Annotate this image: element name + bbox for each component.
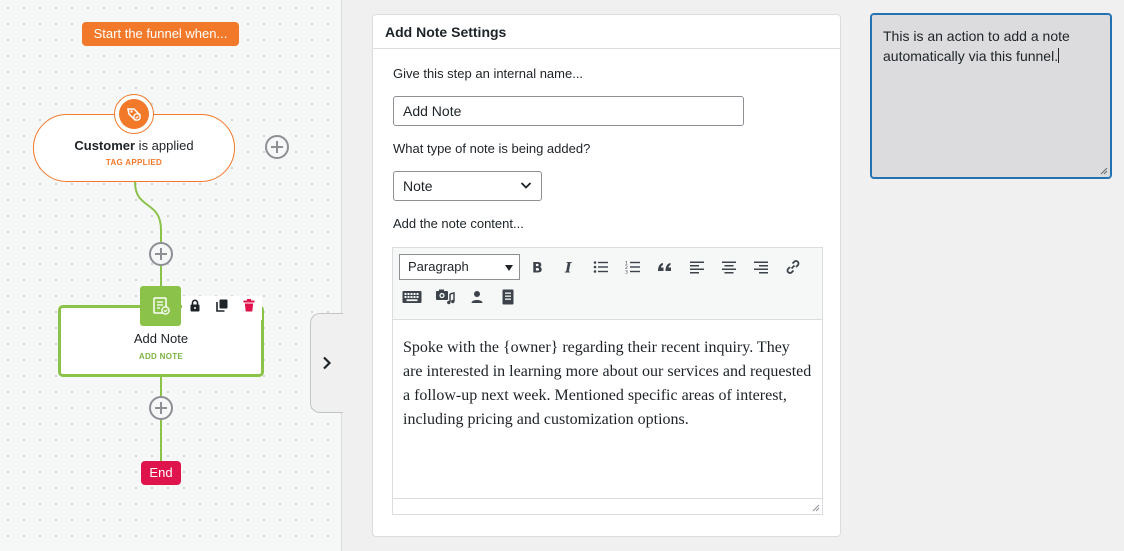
bullet-list-icon[interactable] xyxy=(589,255,613,279)
editor-statusbar xyxy=(393,498,822,514)
align-center-icon[interactable] xyxy=(717,255,741,279)
bold-icon[interactable]: B xyxy=(525,255,549,279)
step-description-textarea[interactable]: This is an action to add a note automati… xyxy=(870,13,1112,179)
format-value: Paragraph xyxy=(408,259,469,274)
funnel-canvas: Start the funnel when... Customer is app… xyxy=(0,0,342,551)
italic-icon[interactable]: I xyxy=(557,255,581,279)
person-icon[interactable] xyxy=(465,285,489,309)
description-text: This is an action to add a note automati… xyxy=(883,28,1070,64)
name-label: Give this step an internal name... xyxy=(393,66,584,81)
end-label: End xyxy=(141,461,181,485)
note-type-select[interactable]: Note xyxy=(393,171,542,201)
blockquote-icon[interactable] xyxy=(653,255,677,279)
action-node-title: Add Note xyxy=(133,331,189,346)
keyboard-icon[interactable] xyxy=(400,285,424,309)
lock-icon[interactable] xyxy=(189,299,201,317)
text-cursor xyxy=(1058,48,1060,63)
note-content-text[interactable]: Spoke with the {owner} regarding their r… xyxy=(393,320,822,448)
svg-text:I: I xyxy=(564,261,572,275)
trigger-label: Start the funnel when... xyxy=(82,22,239,46)
trigger-node-title: Customer is applied xyxy=(74,138,194,153)
resize-handle-icon[interactable] xyxy=(1098,165,1108,175)
settings-panel: Add Note Settings Give this step an inte… xyxy=(372,14,841,537)
note-content-editor: Paragraph B I 123 Spoke with the {owner}… xyxy=(392,247,823,515)
chevron-right-icon xyxy=(323,356,332,370)
step-name-input[interactable] xyxy=(393,96,744,126)
tag-icon xyxy=(114,94,154,134)
resize-handle-icon[interactable] xyxy=(810,502,820,512)
document-icon[interactable] xyxy=(496,285,520,309)
editor-toolbar: Paragraph B I 123 xyxy=(393,248,822,320)
trigger-node-subtitle: TAG APPLIED xyxy=(105,158,163,167)
link-icon[interactable] xyxy=(781,255,805,279)
align-left-icon[interactable] xyxy=(685,255,709,279)
collapse-panel-button[interactable] xyxy=(310,313,343,413)
media-icon[interactable] xyxy=(433,285,457,309)
note-type-value: Note xyxy=(403,178,433,194)
svg-text:3: 3 xyxy=(625,270,628,275)
content-label: Add the note content... xyxy=(393,216,524,231)
add-trigger-button[interactable] xyxy=(265,135,289,159)
panel-title: Add Note Settings xyxy=(373,15,840,49)
add-step-button-bottom[interactable] xyxy=(149,396,173,420)
action-node-subtitle: ADD NOTE xyxy=(138,352,184,361)
numbered-list-icon[interactable]: 123 xyxy=(621,255,645,279)
note-icon xyxy=(140,286,181,326)
align-right-icon[interactable] xyxy=(749,255,773,279)
paragraph-format-select[interactable]: Paragraph xyxy=(399,254,520,280)
svg-text:B: B xyxy=(532,261,543,275)
delete-icon[interactable] xyxy=(243,299,255,317)
node-action-bar xyxy=(182,296,262,320)
add-step-button-top[interactable] xyxy=(149,242,173,266)
chevron-down-icon xyxy=(520,182,532,189)
duplicate-icon[interactable] xyxy=(216,299,228,317)
type-label: What type of note is being added? xyxy=(393,141,591,156)
